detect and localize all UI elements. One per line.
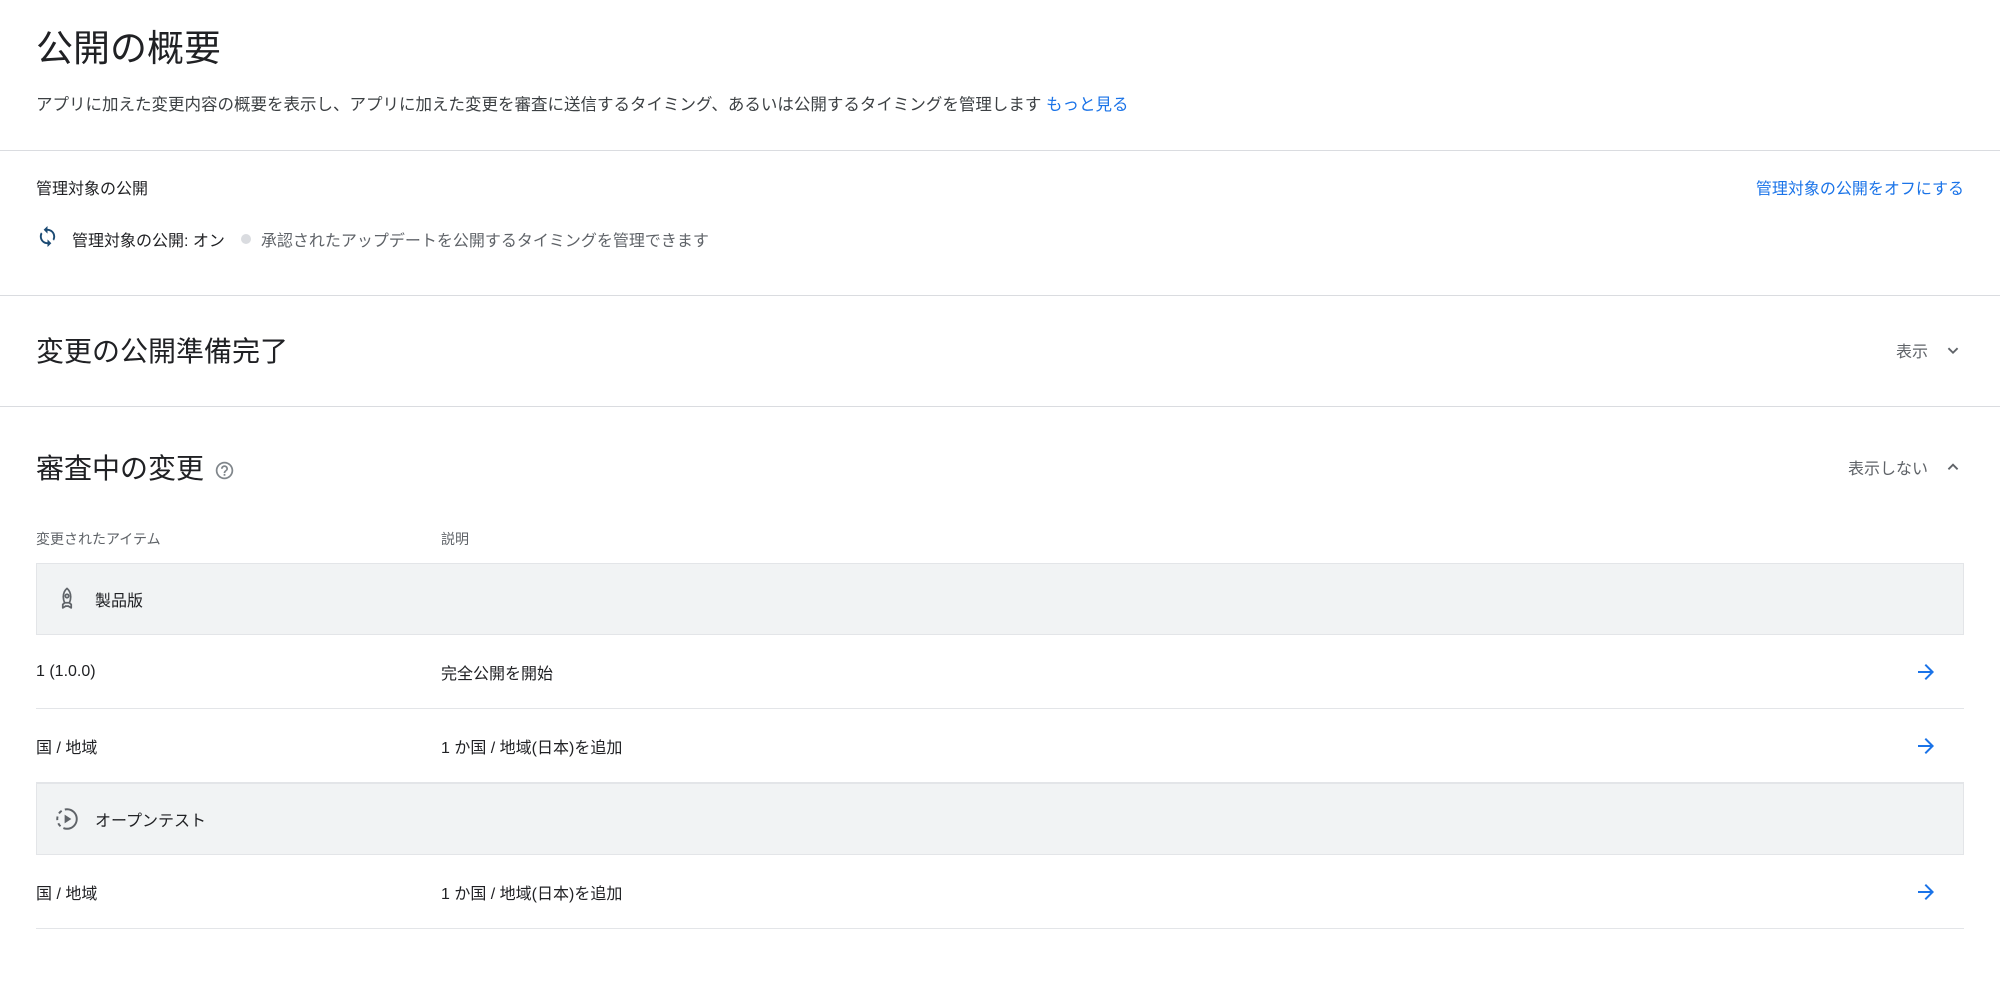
chevron-down-icon bbox=[1942, 339, 1964, 361]
page-subtitle: アプリに加えた変更内容の概要を表示し、アプリに加えた変更を審査に送信するタイミン… bbox=[36, 94, 1964, 117]
learn-more-link[interactable]: もっと見る bbox=[1046, 96, 1129, 114]
track-group-open-testing: オープンテスト bbox=[36, 783, 1964, 855]
page-title: 公開の概要 bbox=[36, 26, 1964, 72]
sync-icon bbox=[36, 225, 59, 253]
help-circle-icon[interactable] bbox=[214, 460, 235, 481]
open-testing-icon bbox=[54, 806, 80, 832]
table-row: 国 / 地域 1 か国 / 地域(日本)を追加 bbox=[36, 855, 1964, 929]
in-review-toggle-label: 表示しない bbox=[1848, 455, 1928, 479]
ready-changes-toggle[interactable]: 表示 bbox=[1896, 338, 1964, 362]
chevron-up-icon bbox=[1942, 456, 1964, 478]
arrow-forward-icon[interactable] bbox=[1914, 734, 1938, 758]
managed-publishing-label: 管理対象の公開 bbox=[36, 175, 148, 199]
ready-changes-section-header: 変更の公開準備完了 表示 bbox=[36, 296, 1964, 406]
track-group-label: オープンテスト bbox=[95, 807, 206, 831]
ready-changes-title: 変更の公開準備完了 bbox=[36, 330, 288, 370]
in-review-title-wrap: 審査中の変更 bbox=[36, 447, 235, 487]
in-review-title: 審査中の変更 bbox=[36, 447, 204, 487]
managed-publishing-status: 管理対象の公開: オン bbox=[72, 227, 225, 251]
in-review-section-header: 審査中の変更 表示しない bbox=[36, 407, 1964, 487]
in-review-toggle[interactable]: 表示しない bbox=[1848, 455, 1964, 479]
dot-separator-icon bbox=[241, 234, 251, 244]
managed-publishing-status-row: 管理対象の公開: オン 承認されたアップデートを公開するタイミングを管理できます bbox=[36, 225, 1964, 253]
arrow-forward-icon[interactable] bbox=[1914, 660, 1938, 684]
track-group-label: 製品版 bbox=[95, 587, 143, 611]
changed-item-cell: 国 / 地域 bbox=[36, 880, 441, 904]
rocket-icon bbox=[54, 586, 80, 612]
changed-item-cell: 1 (1.0.0) bbox=[36, 663, 441, 681]
in-review-changes-table: 変更されたアイテム 説明 製品版 1 (1.0.0) 完全公開を開始 国 / 地… bbox=[36, 529, 1964, 929]
track-group-production: 製品版 bbox=[36, 563, 1964, 635]
column-header-description: 説明 bbox=[441, 529, 1892, 549]
changed-item-cell: 国 / 地域 bbox=[36, 734, 441, 758]
table-row: 国 / 地域 1 か国 / 地域(日本)を追加 bbox=[36, 709, 1964, 783]
column-header-item: 変更されたアイテム bbox=[36, 529, 441, 549]
ready-changes-toggle-label: 表示 bbox=[1896, 338, 1928, 362]
managed-publishing-status-description: 承認されたアップデートを公開するタイミングを管理できます bbox=[261, 227, 709, 251]
managed-publishing-turn-off-link[interactable]: 管理対象の公開をオフにする bbox=[1756, 175, 1964, 199]
table-header-row: 変更されたアイテム 説明 bbox=[36, 529, 1964, 563]
description-cell: 1 か国 / 地域(日本)を追加 bbox=[441, 880, 1892, 904]
publishing-overview-page: 公開の概要 アプリに加えた変更内容の概要を表示し、アプリに加えた変更を審査に送信… bbox=[0, 26, 2000, 929]
description-cell: 完全公開を開始 bbox=[441, 660, 1892, 684]
managed-publishing-row: 管理対象の公開 管理対象の公開をオフにする bbox=[36, 151, 1964, 199]
arrow-forward-icon[interactable] bbox=[1914, 880, 1938, 904]
description-cell: 1 か国 / 地域(日本)を追加 bbox=[441, 734, 1892, 758]
table-row: 1 (1.0.0) 完全公開を開始 bbox=[36, 635, 1964, 709]
page-subtitle-text: アプリに加えた変更内容の概要を表示し、アプリに加えた変更を審査に送信するタイミン… bbox=[36, 96, 1041, 114]
